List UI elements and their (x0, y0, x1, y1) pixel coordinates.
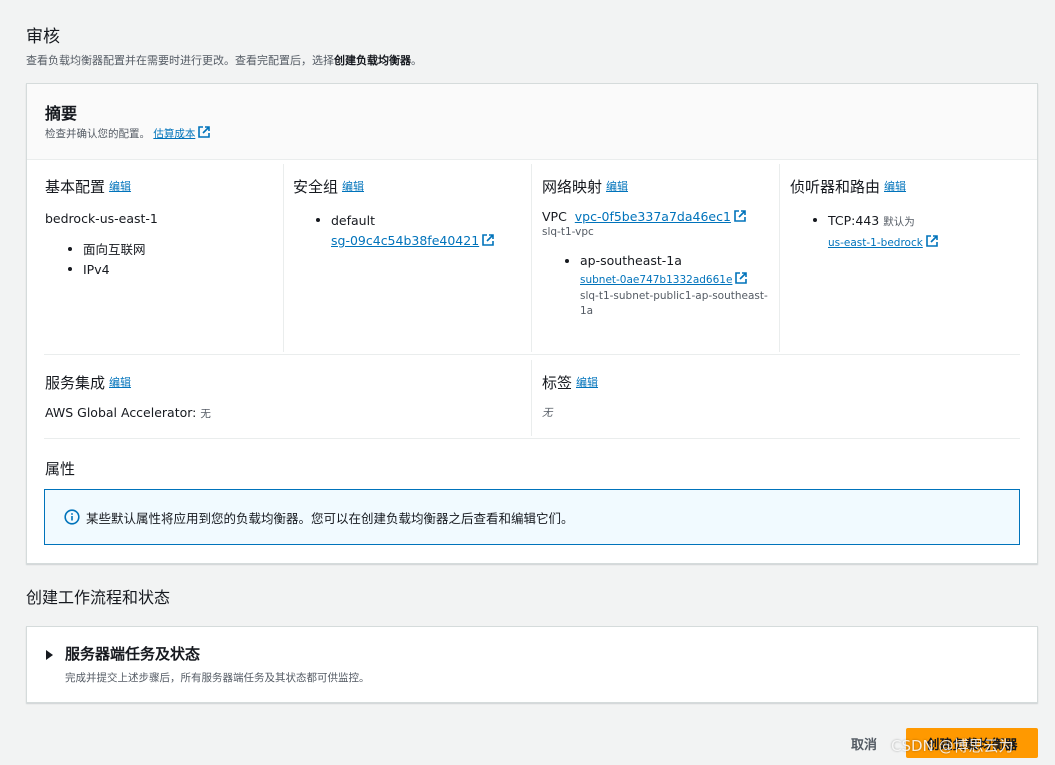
load-balancer-name: bedrock-us-east-1 (45, 211, 158, 226)
network-mapping-section: 网络映射 编辑 VPC vpc-0f5be337a7da46ec1 slq-t1-… (542, 176, 774, 319)
page-description: 查看负载均衡器配置并在需要时进行更改。查看完配置后，选择创建负载均衡器。 (26, 54, 422, 67)
basic-config-section: 基本配置 编辑 bedrock-us-east-1 面向互联网 IPv4 (45, 176, 275, 280)
subnet-list: ap-southeast-1a subnet-0ae747b1332ad661e… (561, 252, 774, 319)
listeners-edit-link[interactable]: 编辑 (884, 180, 906, 193)
security-groups-list: default sg-09c4c54b38fe40421 (312, 211, 523, 251)
security-groups-edit-link[interactable]: 编辑 (342, 180, 364, 193)
integrations-heading: 服务集成 编辑 (45, 374, 132, 392)
network-mapping-heading: 网络映射 编辑 (542, 178, 629, 196)
target-group-link[interactable]: us-east-1-bedrock (828, 235, 938, 249)
tags-heading: 标签 编辑 (542, 374, 599, 392)
summary-title: 摘要 (45, 104, 78, 123)
summary-header: 摘要 检查并确认您的配置。 估算成本 (27, 84, 1037, 160)
info-icon (64, 509, 80, 525)
tags-edit-link[interactable]: 编辑 (576, 376, 598, 389)
vpc-row: VPC vpc-0f5be337a7da46ec1 (542, 209, 774, 224)
listeners-heading: 侦听器和路由 编辑 (790, 178, 907, 196)
summary-description: 检查并确认您的配置。 估算成本 (45, 126, 211, 141)
external-link-icon (482, 234, 494, 246)
external-link-icon (926, 235, 938, 247)
workflow-description: 完成并提交上述步骤后，所有服务器端任务及其状态都可供监控。 (65, 672, 370, 684)
security-group-link[interactable]: sg-09c4c54b38fe40421 (331, 233, 494, 248)
listeners-section: 侦听器和路由 编辑 TCP:443 默认为 us-east-1-bedrock (790, 176, 1025, 253)
global-accelerator-row: AWS Global Accelerator: 无 (45, 405, 211, 420)
tags-section: 标签 编辑 无 (542, 372, 1012, 420)
tags-value: 无 (542, 407, 553, 419)
security-groups-section: 安全组 编辑 default sg-09c4c54b38fe40421 (293, 176, 523, 251)
network-mapping-edit-link[interactable]: 编辑 (606, 180, 628, 193)
workflow-panel: 服务器端任务及状态 完成并提交上述步骤后，所有服务器端任务及其状态都可供监控。 (26, 626, 1038, 703)
workflow-section-title: 创建工作流程和状态 (26, 588, 171, 607)
basic-config-list: 面向互联网 IPv4 (64, 240, 275, 280)
caret-right-icon[interactable] (46, 650, 53, 660)
vpc-name: slq-t1-vpc (542, 226, 594, 238)
vpc-link[interactable]: vpc-0f5be337a7da46ec1 (575, 209, 746, 224)
workflow-expand-toggle[interactable]: 服务器端任务及状态 (65, 643, 200, 664)
attributes-heading: 属性 (45, 460, 76, 478)
listeners-list: TCP:443 默认为 us-east-1-bedrock (809, 211, 1025, 253)
estimate-cost-link[interactable]: 估算成本 (153, 126, 211, 140)
attributes-info-text: 某些默认属性将应用到您的负载均衡器。您可以在创建负载均衡器之后查看和编辑它们。 (86, 511, 574, 526)
integrations-edit-link[interactable]: 编辑 (109, 376, 131, 389)
page-title: 审核 (26, 27, 60, 47)
external-link-icon (734, 210, 746, 222)
cancel-button[interactable]: 取消 (840, 728, 888, 758)
basic-config-edit-link[interactable]: 编辑 (109, 180, 131, 193)
security-groups-heading: 安全组 编辑 (293, 178, 365, 196)
list-item: 面向互联网 (64, 240, 275, 260)
integrations-section: 服务集成 编辑 AWS Global Accelerator: 无 (45, 372, 515, 421)
attributes-info-alert: 某些默认属性将应用到您的负载均衡器。您可以在创建负载均衡器之后查看和编辑它们。 (44, 489, 1020, 545)
summary-panel: 摘要 检查并确认您的配置。 估算成本 基本配置 编辑 bedrock-us-eas… (26, 83, 1038, 564)
basic-config-heading: 基本配置 编辑 (45, 178, 132, 196)
list-item: TCP:443 默认为 us-east-1-bedrock (809, 211, 1025, 253)
external-link-icon (735, 272, 748, 284)
list-item: default sg-09c4c54b38fe40421 (312, 211, 523, 251)
external-link-icon (198, 126, 211, 138)
subnet-name: slq-t1-subnet-public1-ap-southeast-1a (580, 290, 768, 317)
list-item: IPv4 (64, 260, 275, 280)
list-item: ap-southeast-1a subnet-0ae747b1332ad661e… (561, 252, 774, 319)
subnet-link[interactable]: subnet-0ae747b1332ad661e (580, 272, 748, 286)
create-load-balancer-button[interactable]: 创建负载均衡器 (906, 728, 1038, 758)
